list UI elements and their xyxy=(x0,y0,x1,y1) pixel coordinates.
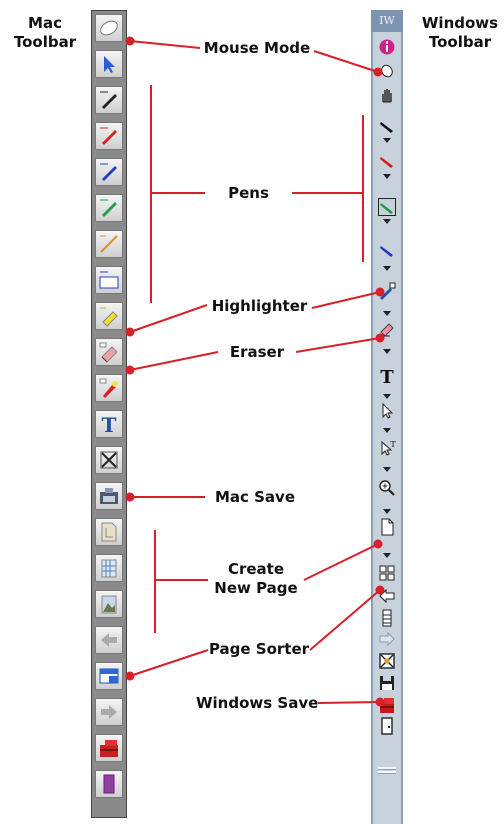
label-windows-save: Windows Save xyxy=(196,694,319,712)
callout-eraser-windows xyxy=(295,337,381,353)
callout-dot xyxy=(375,697,385,707)
label-create-line-1: Create xyxy=(227,560,285,578)
callout-dot xyxy=(125,327,135,337)
callout-page-sorter-windows xyxy=(309,589,381,651)
label-create-new-page: Create New Page xyxy=(208,560,304,598)
callout-dot xyxy=(375,585,385,595)
callout-dot xyxy=(373,67,383,77)
label-mouse-mode: Mouse Mode xyxy=(203,39,311,57)
callout-dot xyxy=(125,492,135,502)
callout-new-page-windows xyxy=(303,543,379,581)
label-highlighter: Highlighter xyxy=(211,297,308,315)
callout-dot xyxy=(125,36,135,46)
callout-page-sorter-mac xyxy=(129,649,209,677)
callout-eraser-mac xyxy=(129,351,219,371)
callout-highlighter-mac xyxy=(129,304,208,333)
callout-dot xyxy=(125,671,135,681)
callout-mouse-mode-windows xyxy=(313,50,379,73)
callout-highlighter-windows xyxy=(311,291,381,309)
callout-dot xyxy=(125,365,135,375)
label-eraser: Eraser xyxy=(229,343,285,361)
callout-mouse-mode-mac xyxy=(129,40,201,49)
callout-dot xyxy=(373,539,383,549)
label-pens: Pens xyxy=(228,184,269,202)
label-create-line-2: New Page xyxy=(214,579,298,597)
callout-dot xyxy=(375,333,385,343)
label-mac-save: Mac Save xyxy=(214,488,296,506)
callout-windows-save xyxy=(317,701,381,704)
label-page-sorter: Page Sorter xyxy=(208,640,310,658)
callout-dot xyxy=(375,287,385,297)
